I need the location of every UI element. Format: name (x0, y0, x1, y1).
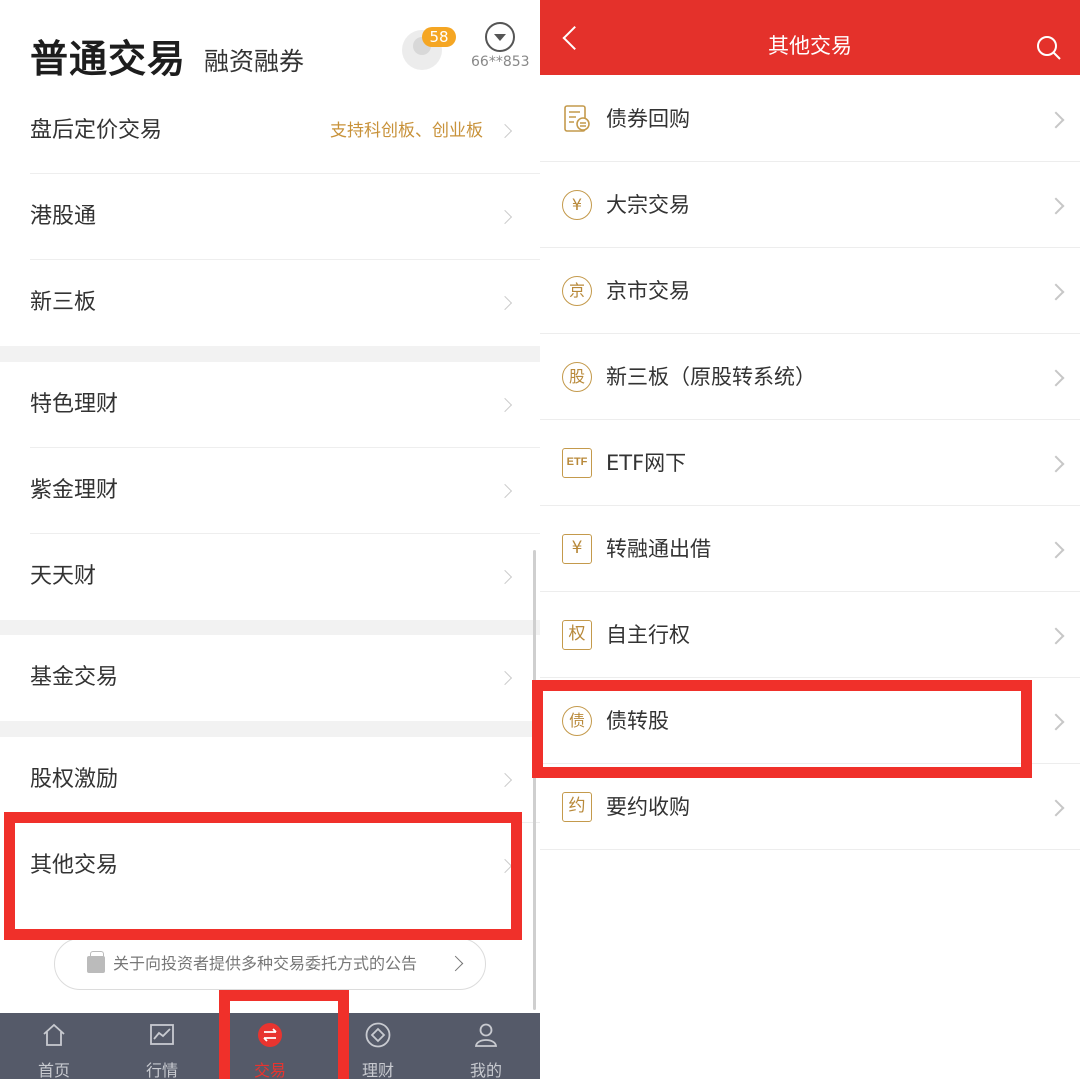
chevron-right-icon (1047, 541, 1065, 559)
yue-icon: 约 (562, 792, 592, 822)
chevron-right-icon (497, 772, 513, 788)
account-number[interactable]: 66**853 (471, 54, 530, 70)
chevron-right-icon (497, 295, 513, 311)
chevron-right-icon (1047, 369, 1065, 387)
tab-home[interactable]: 首页 (0, 1013, 108, 1079)
list-item-label: 自主行权 (606, 623, 690, 647)
menu-item-equity-incentive[interactable]: 股权激励 (0, 737, 540, 823)
chevron-right-icon (1047, 111, 1065, 129)
gu-icon: 股 (562, 362, 592, 392)
other-trading-header: 其他交易 (540, 0, 1080, 75)
menu-item-tiantiancai[interactable]: 天天财 (0, 534, 540, 620)
yen-box-icon: ¥ (562, 534, 592, 564)
menu-item-featured-wealth[interactable]: 特色理财 (0, 362, 540, 448)
chevron-right-icon (1047, 197, 1065, 215)
chevron-right-icon (1047, 713, 1065, 731)
menu-item-label: 基金交易 (30, 665, 119, 690)
highlight-box-debt-to-equity (532, 680, 1032, 778)
list-item-label: 转融通出借 (606, 537, 711, 561)
list-item-neeq[interactable]: 股 新三板（原股转系统） (540, 334, 1080, 420)
chevron-right-icon (497, 209, 513, 225)
search-icon[interactable] (1036, 35, 1062, 61)
etf-icon: ETF (562, 448, 592, 478)
menu-item-neeq[interactable]: 新三板 (0, 260, 540, 346)
list-item-label: 大宗交易 (606, 193, 690, 217)
jing-icon: 京 (562, 276, 592, 306)
menu-item-label: 紫金理财 (30, 478, 119, 503)
home-icon (43, 1023, 65, 1046)
menu-item-after-hours[interactable]: 盘后定价交易 支持科创板、创业板 (0, 88, 540, 174)
chevron-right-icon (497, 483, 513, 499)
highlight-box-trade-tab (219, 990, 349, 1079)
list-item-label: 新三板（原股转系统） (606, 365, 816, 389)
tab-mine[interactable]: 我的 (432, 1013, 540, 1079)
section-divider (0, 346, 540, 362)
menu-item-hk-connect[interactable]: 港股通 (0, 174, 540, 260)
page-title[interactable]: 普通交易 (30, 28, 186, 83)
notice-icon (87, 951, 105, 973)
list-item-bse-trade[interactable]: 京 京市交易 (540, 248, 1080, 334)
list-item-label: 京市交易 (606, 279, 690, 303)
chevron-right-icon (497, 397, 513, 413)
chevron-right-icon (1047, 455, 1065, 473)
menu-item-hint: 支持科创板、创业板 (330, 121, 483, 141)
tab-label: 首页 (37, 1061, 70, 1079)
list-item-label: 债券回购 (606, 107, 690, 131)
yen-cycle-icon: ¥ (562, 190, 592, 220)
margin-trading-tab[interactable]: 融资融券 (204, 42, 304, 78)
tab-label: 行情 (145, 1061, 178, 1079)
menu-item-label: 天天财 (30, 564, 97, 589)
section-divider (0, 620, 540, 635)
menu-item-label: 特色理财 (30, 392, 119, 417)
diamond-icon (365, 1022, 391, 1048)
tab-market[interactable]: 行情 (108, 1013, 216, 1079)
list-item-bond-repo[interactable]: 债券回购 (540, 76, 1080, 162)
chevron-right-icon (497, 569, 513, 585)
list-item-etf-offline[interactable]: ETF ETF网下 (540, 420, 1080, 506)
announcement-text: 关于向投资者提供多种交易委托方式的公告 (113, 954, 418, 973)
list-item-label: ETF网下 (606, 451, 687, 475)
list-item-refinancing-lending[interactable]: ¥ 转融通出借 (540, 506, 1080, 592)
menu-item-label: 股权激励 (30, 767, 119, 792)
menu-item-label: 新三板 (30, 290, 97, 315)
chevron-right-icon (1047, 283, 1065, 301)
left-panel: 普通交易 融资融券 58 66**853 盘后定价交易 支持科创板、创业板 港股… (0, 0, 540, 1079)
chevron-right-icon (497, 670, 513, 686)
chevron-right-icon (1047, 627, 1065, 645)
chevron-right-icon (1047, 799, 1065, 817)
highlight-box-other-trading (4, 812, 522, 940)
menu-item-fund-trading[interactable]: 基金交易 (0, 635, 540, 721)
section-divider (0, 721, 540, 737)
message-badge[interactable]: 58 (422, 27, 456, 47)
menu-item-label: 港股通 (30, 204, 97, 229)
chevron-right-icon (447, 955, 464, 972)
quan-icon: 权 (562, 620, 592, 650)
chevron-right-icon (497, 123, 513, 139)
list-item-block-trade[interactable]: ¥ 大宗交易 (540, 162, 1080, 248)
menu-item-label: 盘后定价交易 (30, 118, 163, 143)
chart-icon (150, 1024, 174, 1045)
account-dropdown-icon[interactable] (485, 22, 515, 52)
trade-header: 普通交易 融资融券 58 66**853 (0, 0, 540, 90)
bond-doc-icon (564, 105, 590, 132)
menu-item-zijin-wealth[interactable]: 紫金理财 (0, 448, 540, 534)
announcement-pill[interactable]: 关于向投资者提供多种交易委托方式的公告 (54, 938, 486, 990)
list-item-option-exercise[interactable]: 权 自主行权 (540, 592, 1080, 678)
right-panel: 其他交易 债券回购 ¥ 大宗交易 京 京市交易 股 新三板（原股转系统） ETF… (532, 0, 1080, 1079)
scrollbar[interactable] (533, 550, 536, 1010)
person-icon (474, 1023, 498, 1047)
tab-label: 我的 (469, 1061, 502, 1079)
